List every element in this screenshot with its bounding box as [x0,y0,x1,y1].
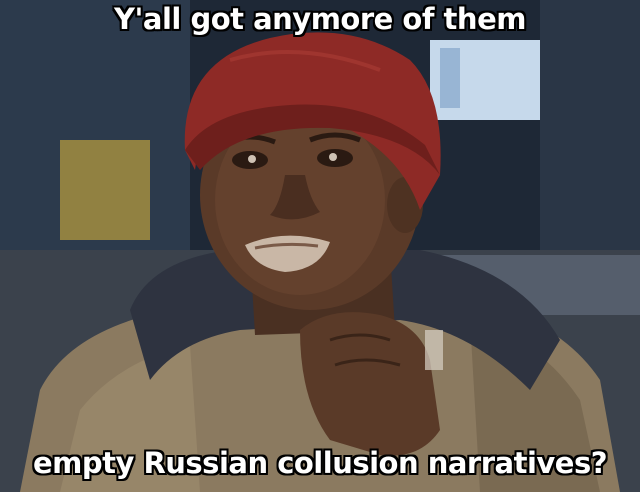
meme-image: Y'all got anymore of them empty Russian … [0,0,640,492]
yellow-panel [60,140,150,240]
caption-bottom: empty Russian collusion narratives? [32,446,608,480]
meme-photo [0,0,640,492]
caption-top: Y'all got anymore of them [114,2,526,36]
